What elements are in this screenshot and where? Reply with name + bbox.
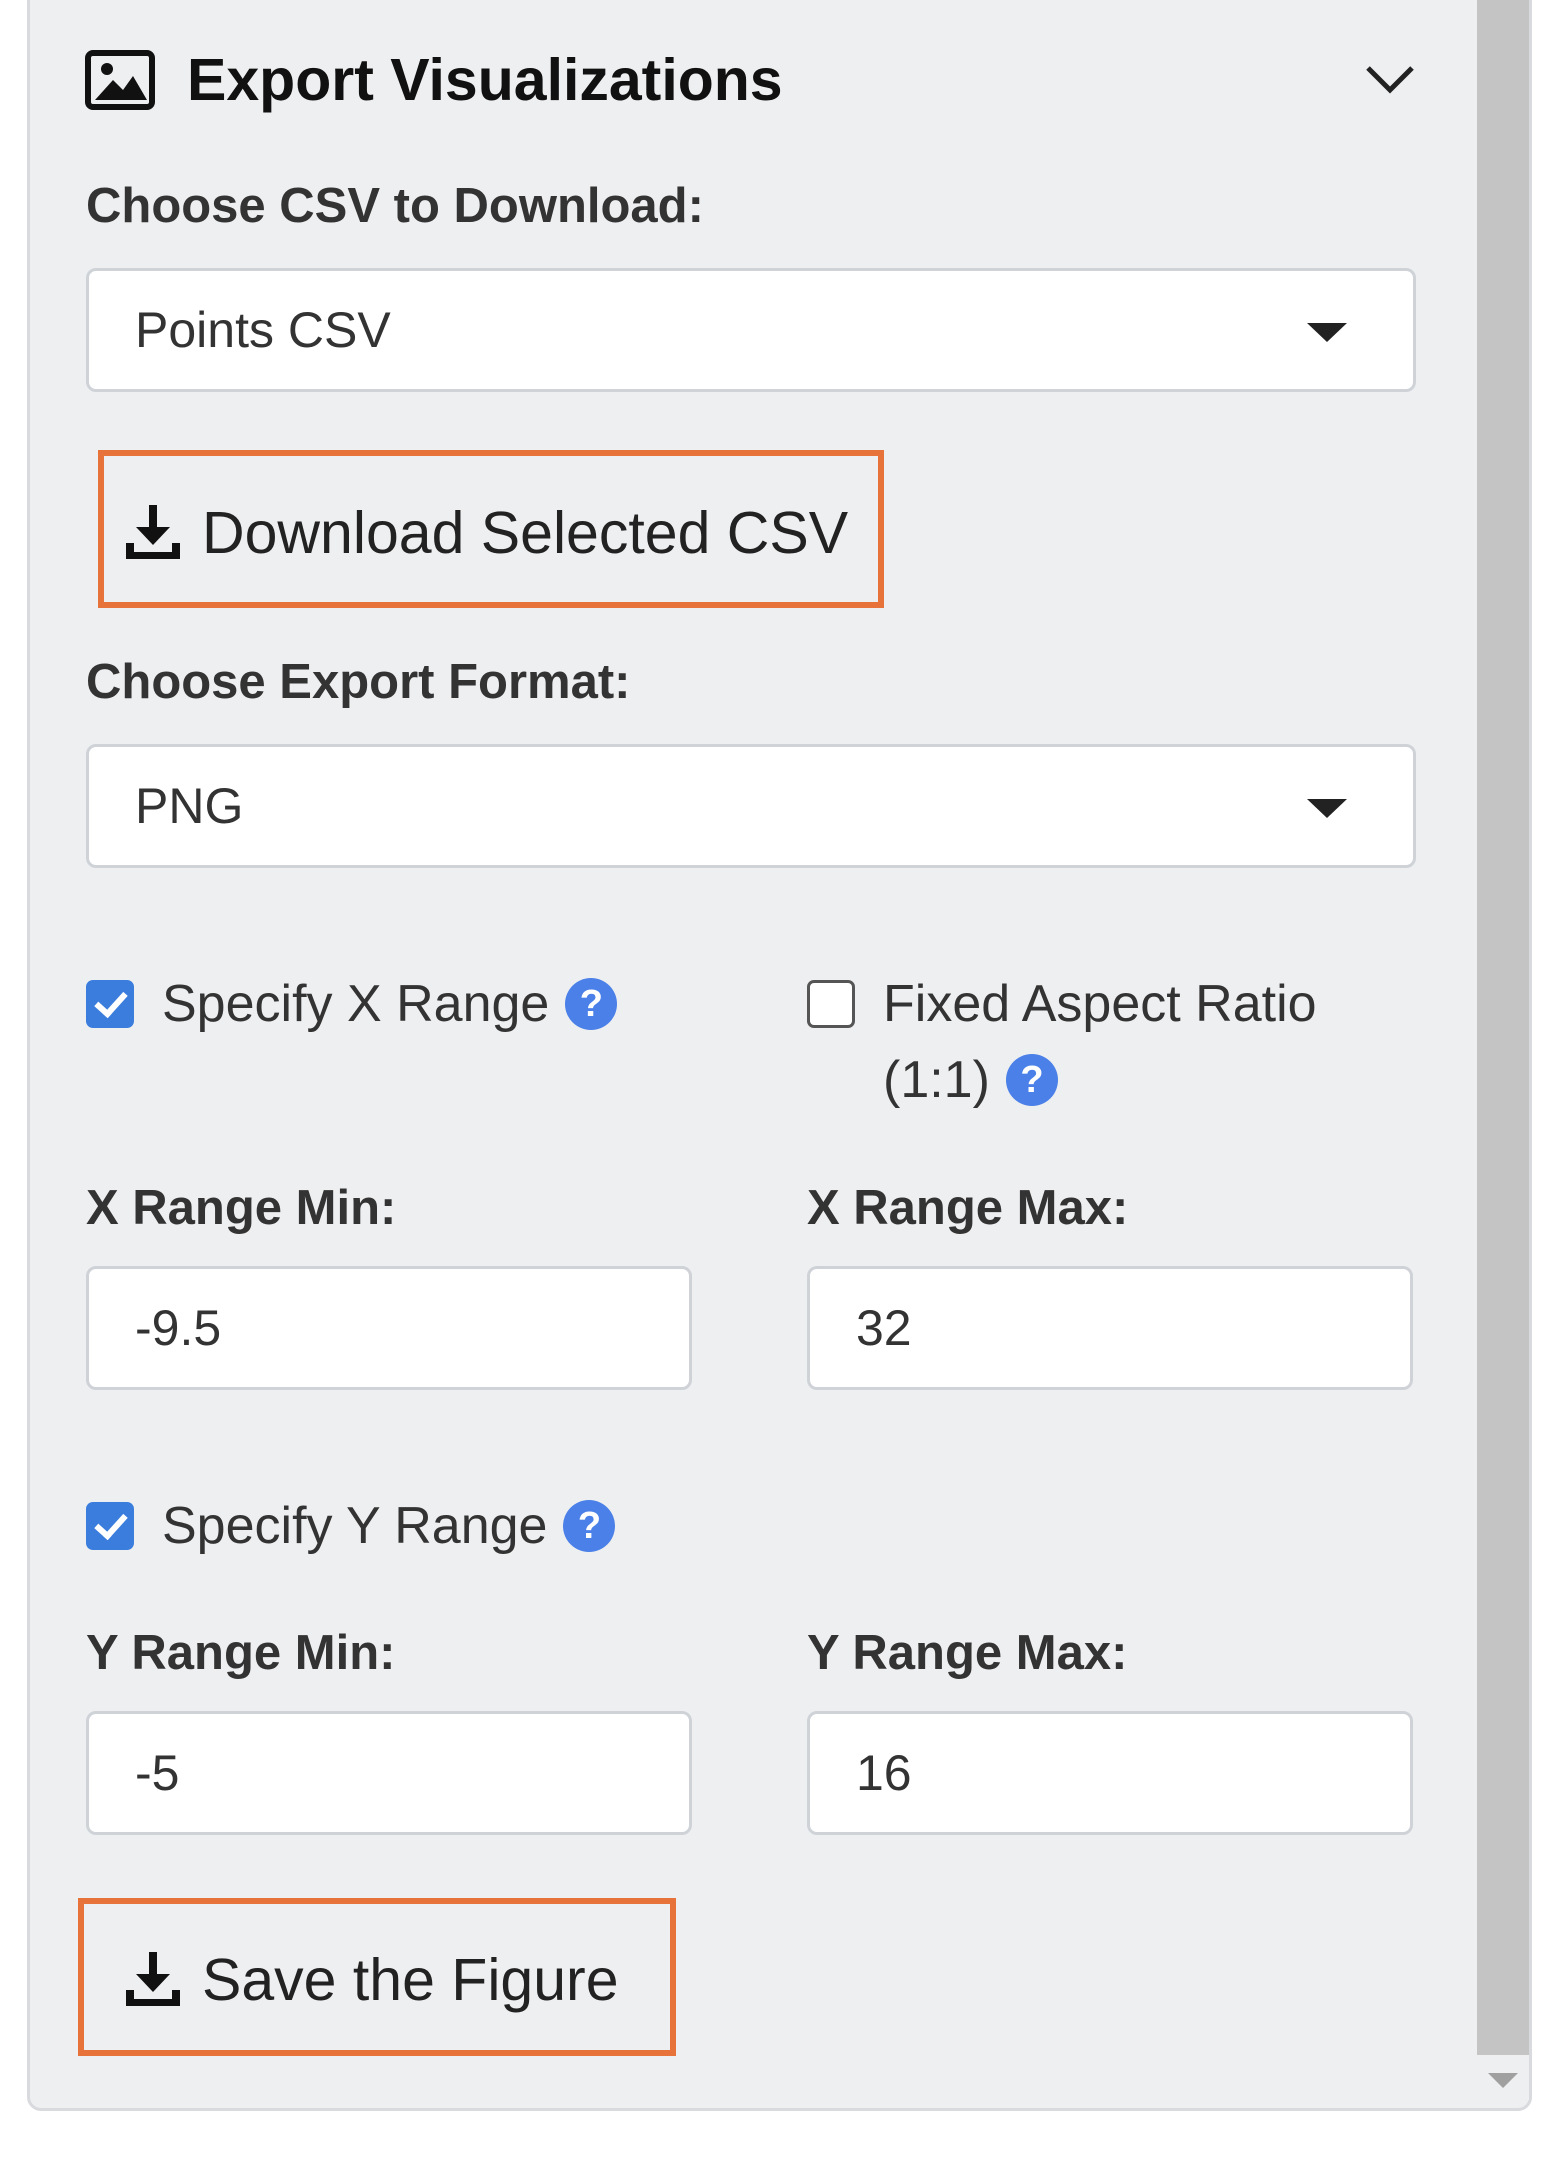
help-icon[interactable]: ?: [563, 1500, 616, 1552]
image-icon: [85, 50, 155, 110]
scroll-down-arrow-icon[interactable]: [1488, 2073, 1518, 2088]
save-figure-button[interactable]: Save the Figure: [122, 1946, 619, 2014]
y-range-max-input[interactable]: 16: [807, 1711, 1413, 1835]
x-range-min-input[interactable]: -9.5: [86, 1266, 692, 1390]
fixed-aspect-checkbox[interactable]: [807, 980, 855, 1028]
x-range-max-label: X Range Max:: [807, 1181, 1129, 1235]
y-range-min-input[interactable]: -5: [86, 1711, 692, 1835]
x-range-max-value: 32: [856, 1300, 912, 1356]
y-range-max-value: 16: [856, 1745, 912, 1801]
download-icon: [126, 1952, 180, 2006]
specify-y-range-checkbox[interactable]: [86, 1502, 134, 1550]
help-icon[interactable]: ?: [565, 978, 618, 1030]
fixed-aspect-label-line2: (1:1): [883, 1051, 990, 1109]
fixed-aspect-option[interactable]: Fixed Aspect Ratio: [807, 974, 1317, 1034]
specify-x-range-label: Specify X Range: [162, 975, 550, 1033]
y-range-min-label: Y Range Min:: [86, 1626, 396, 1680]
dropdown-caret-icon: [1307, 323, 1347, 342]
export-format-value: PNG: [135, 778, 244, 834]
y-range-max-label: Y Range Max:: [807, 1626, 1128, 1680]
export-format-label: Choose Export Format:: [86, 655, 631, 709]
save-figure-button-label: Save the Figure: [202, 1947, 619, 2013]
chevron-down-icon[interactable]: [1362, 60, 1418, 96]
fixed-aspect-label-line1: Fixed Aspect Ratio: [883, 975, 1317, 1033]
export-format-select[interactable]: PNG: [86, 744, 1416, 868]
y-range-min-value: -5: [135, 1745, 180, 1801]
specify-x-range-checkbox[interactable]: [86, 980, 134, 1028]
help-icon[interactable]: ?: [1005, 1054, 1058, 1106]
download-csv-button[interactable]: Download Selected CSV: [122, 499, 848, 567]
specify-y-range-option[interactable]: Specify Y Range ?: [86, 1496, 616, 1556]
dropdown-caret-icon: [1307, 799, 1347, 818]
export-panel-page: Export Visualizations Choose CSV to Down…: [0, 0, 1561, 2176]
scrollbar-thumb[interactable]: [1477, 0, 1529, 2055]
x-range-min-value: -9.5: [135, 1300, 222, 1356]
specify-x-range-option[interactable]: Specify X Range ?: [86, 974, 618, 1034]
panel-title: Export Visualizations: [187, 47, 783, 113]
fixed-aspect-label-row2: (1:1) ?: [883, 1050, 1058, 1110]
download-icon: [126, 505, 180, 559]
x-range-max-input[interactable]: 32: [807, 1266, 1413, 1390]
specify-y-range-label: Specify Y Range: [162, 1497, 548, 1555]
download-csv-button-label: Download Selected CSV: [202, 500, 849, 566]
panel-header[interactable]: Export Visualizations: [85, 40, 783, 120]
x-range-min-label: X Range Min:: [86, 1181, 397, 1235]
csv-select-value: Points CSV: [135, 302, 391, 358]
csv-select-label: Choose CSV to Download:: [86, 179, 704, 233]
csv-select[interactable]: Points CSV: [86, 268, 1416, 392]
